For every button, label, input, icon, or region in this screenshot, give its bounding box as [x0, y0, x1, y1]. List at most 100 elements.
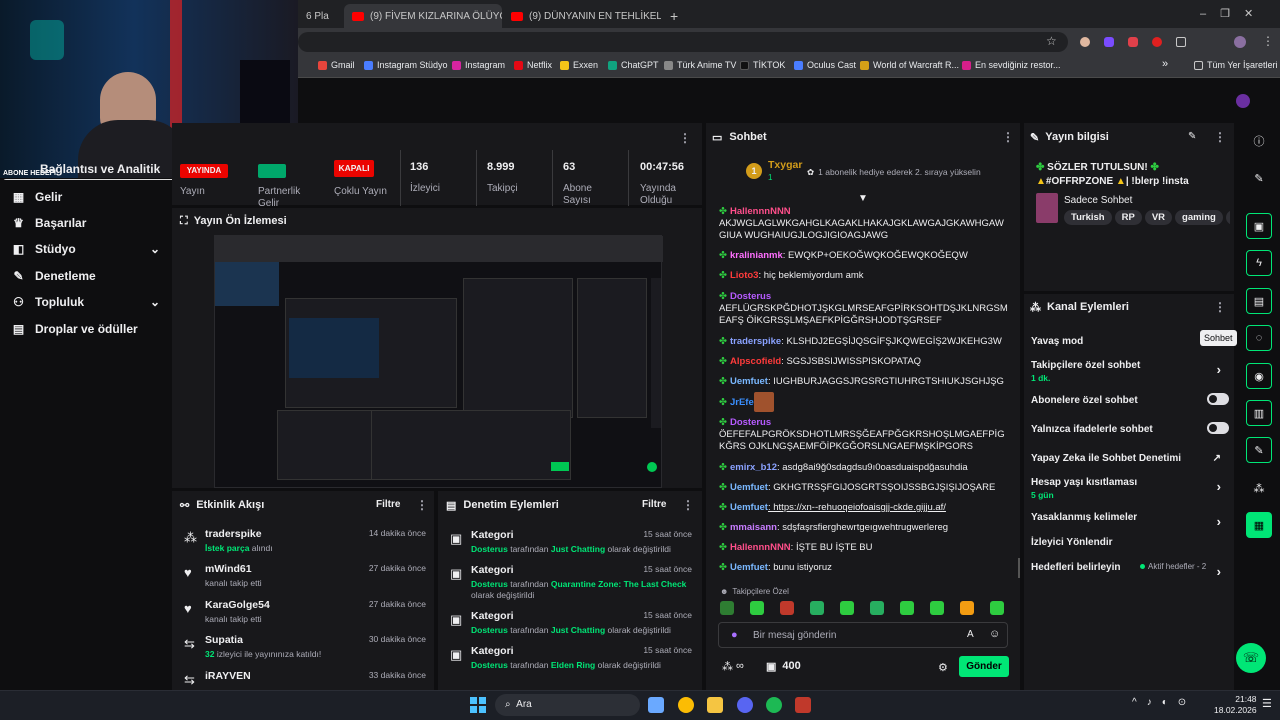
explorer-icon[interactable] [707, 697, 723, 713]
chevron-right-icon[interactable]: › [1217, 514, 1221, 529]
activity-item[interactable]: ♥ KaraGolge54 kanalı takip etti 27 dakika ö… [184, 599, 426, 624]
lightning-icon[interactable]: ϟ [1246, 250, 1272, 276]
mod-category[interactable]: Just Chatting [551, 625, 605, 635]
emote-icon[interactable] [780, 601, 794, 615]
bookmark[interactable]: TİKTOK [740, 60, 785, 70]
app-icon[interactable] [795, 697, 811, 713]
notification-icon[interactable]: ☰ [1262, 697, 1272, 710]
puzzle-icon[interactable] [1176, 37, 1186, 47]
stream-preview-video[interactable] [214, 235, 663, 488]
mod-category[interactable]: Quarantine Zone: The Last Check [551, 579, 687, 589]
browser-tab[interactable]: 6 Pla [298, 4, 342, 28]
bookmark[interactable]: Netflix [514, 60, 552, 70]
more-icon[interactable]: ⋮ [1214, 300, 1226, 314]
star-icon[interactable]: ☆ [1046, 34, 1057, 48]
bookmark[interactable]: Türk Anime TV [664, 60, 736, 70]
window-controls[interactable]: –❐✕ [1200, 7, 1267, 20]
bookmark[interactable]: World of Warcraft R... [860, 60, 959, 70]
panel-icon[interactable]: ▥ [1246, 400, 1272, 426]
send-button[interactable]: Gönder [959, 656, 1009, 677]
help-icon[interactable]: ☏ [1236, 643, 1266, 673]
mod-category[interactable]: Just Chatting [551, 544, 605, 554]
browser-tab[interactable]: (9) DÜNYANIN EN TEHLİKELİ T✕ [503, 4, 661, 28]
channel-setting-row[interactable]: Takipçilere özel sohbet 1 dk. › [1031, 360, 1229, 383]
activity-item[interactable]: ⁂ traderspike İstek parça alındı 14 dakika … [184, 528, 426, 553]
more-icon[interactable]: ⋮ [1214, 130, 1226, 144]
nav-achievements[interactable]: ♛ Başarılar [12, 216, 86, 230]
chevron-right-icon[interactable]: › [1217, 479, 1221, 494]
emote-icon[interactable] [840, 601, 854, 615]
broadcast-icon[interactable]: ◉ [1246, 363, 1272, 389]
bookmarks-overflow[interactable]: » [1162, 58, 1168, 70]
chat-input[interactable]: ● Bir mesaj gönderin A ☺ [718, 622, 1008, 648]
external-link-icon[interactable]: ↗ [1213, 453, 1221, 464]
chat-username[interactable]: kralinianmk [730, 250, 783, 261]
chat-username[interactable]: Dosterus [730, 417, 771, 428]
tag[interactable]: RP [1114, 210, 1142, 225]
extension-icon[interactable] [1080, 37, 1090, 47]
nav-revenue[interactable]: ▦ Gelir [12, 190, 63, 204]
edit-icon[interactable]: ✎ [1246, 165, 1272, 191]
activity-item[interactable]: ♥ mWind61 kanalı takip etti 27 dakika önce [184, 563, 426, 588]
channel-points-toggle[interactable]: ⁂ ∞ [722, 660, 744, 673]
bookmark[interactable]: Instagram [452, 60, 505, 70]
mod-item[interactable]: ▣ Kategori Dosterus tarafından Just Chatti… [450, 610, 692, 636]
more-icon[interactable]: ⋮ [1002, 130, 1014, 144]
edit-icon[interactable]: ✎ [1188, 131, 1196, 142]
discord-icon[interactable] [737, 697, 753, 713]
chat-username[interactable]: Uemfuet [730, 502, 768, 513]
chevron-right-icon[interactable]: › [1217, 362, 1221, 377]
chat-username[interactable]: Uemfuet [730, 562, 768, 573]
profile-avatar[interactable] [1234, 36, 1246, 48]
chrome-icon[interactable] [678, 697, 694, 713]
bookmark[interactable]: Exxen [560, 60, 598, 70]
extension-icon[interactable] [1128, 37, 1138, 47]
tag[interactable]: i [1225, 210, 1230, 225]
mod-filter-button[interactable]: Filtre [642, 499, 666, 510]
system-tray-icons[interactable]: ^♪◐⊙ [1132, 697, 1196, 708]
activity-item[interactable]: ⇆ Supatia 32 izleyici ile yayınınıza katıl… [184, 634, 426, 659]
chat-username[interactable]: HallennnNNN [730, 206, 791, 217]
mod-user[interactable]: Dosterus [471, 579, 508, 589]
all-bookmarks[interactable]: Tüm Yer İşaretleri [1194, 60, 1278, 70]
mod-item[interactable]: ▣ Kategori Dosterus tarafından Elden Ring … [450, 645, 692, 671]
chevron-right-icon[interactable]: › [1217, 564, 1221, 579]
chat-username[interactable]: emirx_b12 [730, 462, 777, 473]
document-icon[interactable]: ▤ [1246, 288, 1272, 314]
mod-item[interactable]: ▣ Kategori Dosterus tarafından Just Chatti… [450, 529, 692, 555]
chat-username[interactable]: mmaisann [730, 522, 777, 533]
category-name[interactable]: Sadece Sohbet [1064, 195, 1132, 206]
toggle-switch[interactable] [1207, 393, 1229, 405]
activity-filter-button[interactable]: Filtre [376, 499, 400, 510]
actions-icon[interactable]: ⁂ [1246, 475, 1272, 501]
chat-username[interactable]: traderspike [730, 336, 781, 347]
emote-icon[interactable] [990, 601, 1004, 615]
toggle-switch[interactable] [1207, 422, 1229, 434]
emote-icon[interactable] [750, 601, 764, 615]
extension-icon[interactable] [1152, 37, 1162, 47]
channel-setting-row[interactable]: Yapay Zeka ile Sohbet Denetimi ↗ [1031, 453, 1229, 464]
bookmark[interactable]: ChatGPT [608, 60, 659, 70]
channel-points[interactable]: ▣ 400 [766, 660, 801, 673]
bookmark[interactable]: Instagram Stüdyo [364, 60, 448, 70]
new-tab-button[interactable]: + [662, 4, 686, 28]
nav-moderation[interactable]: ✎ Denetleme [12, 269, 95, 283]
wrench-icon[interactable]: ✎ [1246, 437, 1272, 463]
scroll-down-icon[interactable]: ▼ [858, 193, 868, 204]
nav-community[interactable]: ⚇ Topluluk ⌄ [12, 295, 160, 309]
mod-user[interactable]: Dosterus [471, 625, 508, 635]
mod-category[interactable]: Elden Ring [551, 660, 595, 670]
chat-username[interactable]: Alpscofield [730, 356, 781, 367]
emote-icon[interactable] [810, 601, 824, 615]
chat-text[interactable]: : https://xn--rehuoqeiofoaisgjj-ckde.gij… [768, 502, 946, 513]
channel-setting-row[interactable]: Yalnızca ifadelerle sohbet [1031, 422, 1229, 435]
app-icon[interactable] [648, 697, 664, 713]
leaderboard-name[interactable]: Txygar [768, 159, 802, 171]
emote-icon[interactable] [930, 601, 944, 615]
more-icon[interactable]: ⋮ [682, 498, 694, 512]
extension-icon[interactable] [1104, 37, 1114, 47]
tag[interactable]: gaming [1175, 210, 1223, 225]
settings-icon[interactable]: ⚙ [938, 661, 948, 674]
channel-setting-row[interactable]: İzleyici Yönlendir [1031, 537, 1229, 548]
bookmark[interactable]: Oculus Cast [794, 60, 856, 70]
